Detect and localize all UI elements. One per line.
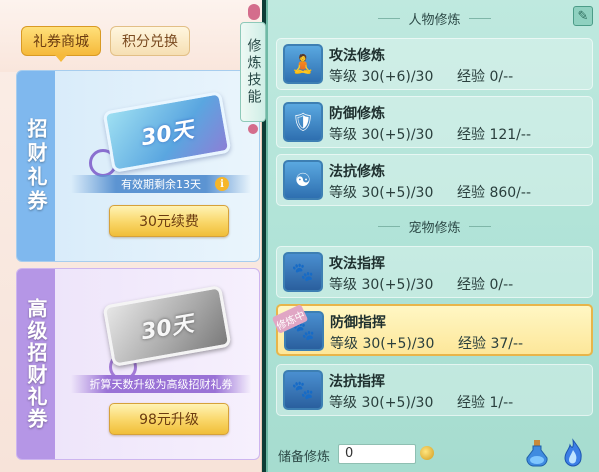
skill-exp: 经验 0/--: [457, 277, 514, 293]
gift-shop-panel: 礼券商城 积分兑换 招财礼券 30天 有效期剩余13天 i 30元续费 高级招财…: [0, 0, 262, 472]
upgrade-text: 折算天数升级为高级招财礼券: [89, 378, 233, 391]
section-title-character: 人物修炼: [268, 8, 599, 28]
validity-text: 有效期剩余13天: [121, 178, 201, 191]
voucher-ticket-image: 30天: [102, 285, 232, 367]
coin-icon: [420, 446, 434, 460]
meditating-figure-icon: 🧘: [283, 44, 323, 84]
premium-voucher-card: 高级招财礼券 30天 折算天数升级为高级招财礼券 98元升级: [16, 268, 260, 460]
skill-name: 法抗修炼: [329, 164, 385, 180]
skill-row-pet-attack[interactable]: 🐾 攻法指挥 等级 30(+5)/30 经验 0/--: [276, 246, 593, 298]
skill-level: 等级 30(+5)/30: [330, 336, 435, 352]
paw-attack-icon: 🐾: [283, 252, 323, 292]
upgrade-button[interactable]: 98元升级: [109, 403, 229, 435]
upgrade-strip: 折算天数升级为高级招财礼券: [71, 375, 251, 393]
skill-name: 防御修炼: [329, 106, 385, 122]
skill-name: 法抗指挥: [329, 374, 385, 390]
ribbon-bead-icon: [248, 124, 258, 134]
voucher-ticket-image: 30天: [102, 91, 232, 173]
tab-gift-shop[interactable]: 礼券商城: [21, 26, 101, 62]
skill-row-defense[interactable]: 🛡 防御修炼 等级 30(+5)/30 经验 121/--: [276, 96, 593, 148]
skill-name: 攻法修炼: [329, 48, 385, 64]
reserve-bar: 储备修炼 0: [268, 436, 599, 472]
reserve-input[interactable]: 0: [338, 444, 416, 464]
skill-level: 等级 30(+6)/30: [329, 69, 434, 85]
flame-icon[interactable]: [560, 438, 586, 468]
section-title-pet: 宠物修炼: [268, 216, 599, 236]
reserve-label: 储备修炼: [278, 450, 331, 465]
skill-exp: 经验 37/--: [458, 336, 524, 352]
skill-exp: 经验 121/--: [457, 127, 531, 143]
skill-name: 攻法指挥: [329, 256, 385, 272]
paw-resist-icon: 🐾: [283, 370, 323, 410]
ribbon-knot-icon: [248, 4, 260, 20]
skill-exp: 经验 860/--: [457, 185, 531, 201]
skill-exp: 经验 1/--: [457, 395, 514, 411]
tab-points-exchange[interactable]: 积分兑换: [110, 26, 190, 56]
skill-exp: 经验 0/--: [457, 69, 514, 85]
potion-icon[interactable]: [524, 438, 550, 468]
skill-level: 等级 30(+5)/30: [329, 395, 434, 411]
skill-level: 等级 30(+5)/30: [329, 127, 434, 143]
skill-row-magic-resist[interactable]: ☯ 法抗修炼 等级 30(+5)/30 经验 860/--: [276, 154, 593, 206]
info-icon[interactable]: i: [215, 177, 229, 191]
skill-row-pet-defense[interactable]: 🐾 修炼中 防御指挥 等级 30(+5)/30 经验 37/--: [271, 304, 593, 356]
tab-cultivation-skills[interactable]: 修炼技能: [240, 22, 266, 122]
skill-level: 等级 30(+5)/30: [329, 277, 434, 293]
cultivation-panel: 人物修炼 ✎ 🧘 攻法修炼 等级 30(+6)/30 经验 0/-- 🛡 防御修…: [266, 0, 599, 472]
card-title: 招财礼券: [24, 118, 48, 214]
fortune-voucher-card: 招财礼券 30天 有效期剩余13天 i 30元续费: [16, 70, 260, 262]
skill-level: 等级 30(+5)/30: [329, 185, 434, 201]
renew-button[interactable]: 30元续费: [109, 205, 229, 237]
magic-shield-icon: ☯: [283, 160, 323, 200]
skill-name: 防御指挥: [330, 315, 386, 331]
notebook-icon[interactable]: ✎: [573, 6, 593, 26]
skill-row-attack-magic[interactable]: 🧘 攻法修炼 等级 30(+6)/30 经验 0/--: [276, 38, 593, 90]
shield-icon: 🛡: [283, 102, 323, 142]
card-title: 高级招财礼券: [24, 298, 48, 430]
validity-strip: 有效期剩余13天 i: [71, 175, 251, 193]
skill-row-pet-resist[interactable]: 🐾 法抗指挥 等级 30(+5)/30 经验 1/--: [276, 364, 593, 416]
